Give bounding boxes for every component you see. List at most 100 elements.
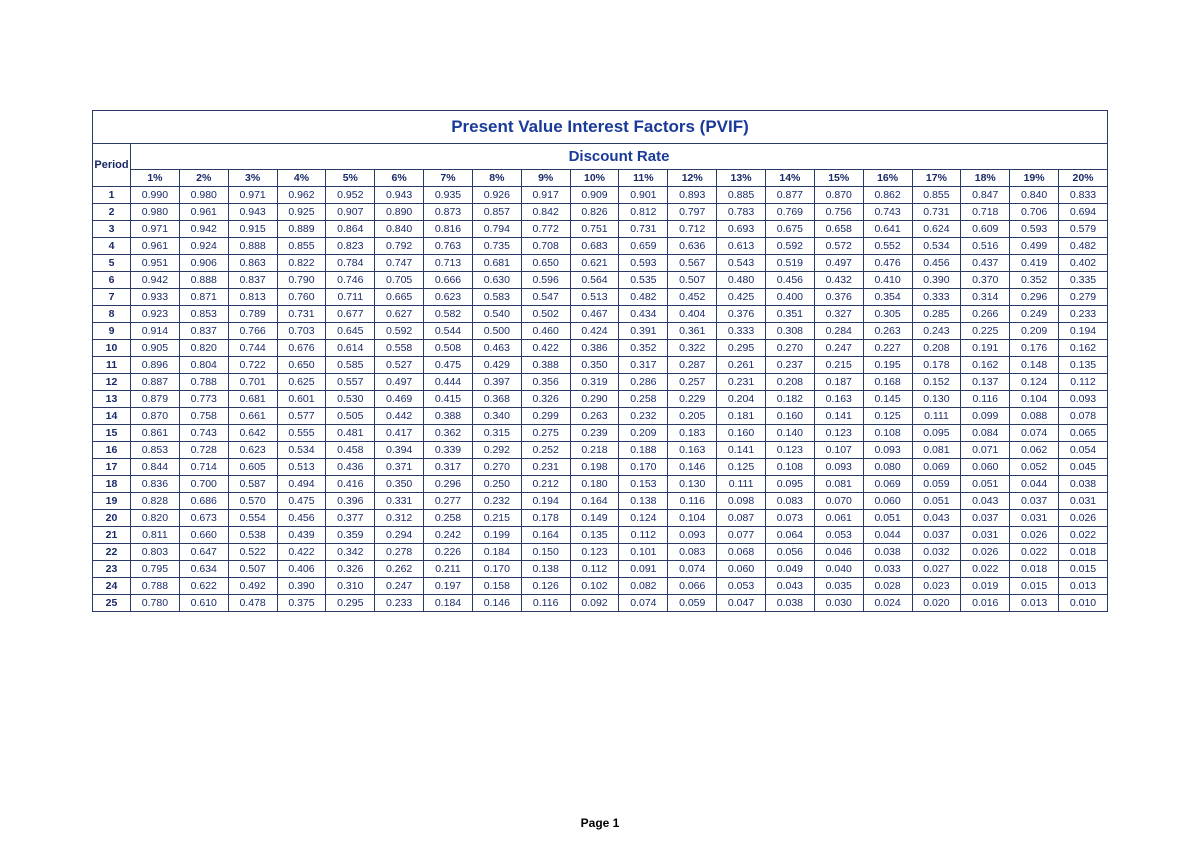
value-cell: 0.232: [472, 493, 521, 510]
value-cell: 0.942: [131, 272, 180, 289]
value-cell: 0.310: [326, 578, 375, 595]
value-cell: 0.456: [765, 272, 814, 289]
value-cell: 0.070: [814, 493, 863, 510]
value-cell: 0.747: [375, 255, 424, 272]
value-cell: 0.112: [1059, 374, 1108, 391]
value-cell: 0.601: [277, 391, 326, 408]
value-cell: 0.609: [961, 221, 1010, 238]
value-cell: 0.292: [472, 442, 521, 459]
value-cell: 0.980: [131, 204, 180, 221]
value-cell: 0.760: [277, 289, 326, 306]
value-cell: 0.507: [668, 272, 717, 289]
value-cell: 0.350: [570, 357, 619, 374]
value-cell: 0.299: [521, 408, 570, 425]
value-cell: 0.333: [717, 323, 766, 340]
value-cell: 0.033: [863, 561, 912, 578]
value-cell: 0.062: [1010, 442, 1059, 459]
value-cell: 0.857: [472, 204, 521, 221]
pvif-table: Present Value Interest Factors (PVIF) Pe…: [92, 110, 1108, 612]
value-cell: 0.585: [326, 357, 375, 374]
value-cell: 0.093: [814, 459, 863, 476]
value-cell: 0.354: [863, 289, 912, 306]
value-cell: 0.091: [619, 561, 668, 578]
table-row: 140.8700.7580.6610.5770.5050.4420.3880.3…: [93, 408, 1108, 425]
value-cell: 0.792: [375, 238, 424, 255]
value-cell: 0.735: [472, 238, 521, 255]
value-cell: 0.275: [521, 425, 570, 442]
value-cell: 0.317: [619, 357, 668, 374]
value-cell: 0.101: [619, 544, 668, 561]
value-cell: 0.700: [179, 476, 228, 493]
value-cell: 0.481: [326, 425, 375, 442]
value-cell: 0.751: [570, 221, 619, 238]
value-cell: 0.019: [961, 578, 1010, 595]
value-cell: 0.112: [570, 561, 619, 578]
value-cell: 0.636: [668, 238, 717, 255]
value-cell: 0.478: [228, 595, 277, 612]
value-cell: 0.052: [1010, 459, 1059, 476]
table-row: 180.8360.7000.5870.4940.4160.3500.2960.2…: [93, 476, 1108, 493]
value-cell: 0.820: [131, 510, 180, 527]
value-cell: 0.630: [472, 272, 521, 289]
value-cell: 0.051: [912, 493, 961, 510]
value-cell: 0.183: [668, 425, 717, 442]
value-cell: 0.675: [765, 221, 814, 238]
value-cell: 0.855: [277, 238, 326, 255]
rate-header: 8%: [472, 170, 521, 187]
table-row: 250.7800.6100.4780.3750.2950.2330.1840.1…: [93, 595, 1108, 612]
table-row: 220.8030.6470.5220.4220.3420.2780.2260.1…: [93, 544, 1108, 561]
value-cell: 0.840: [375, 221, 424, 238]
value-cell: 0.080: [863, 459, 912, 476]
value-cell: 0.194: [521, 493, 570, 510]
period-cell: 15: [93, 425, 131, 442]
value-cell: 0.023: [912, 578, 961, 595]
value-cell: 0.492: [228, 578, 277, 595]
value-cell: 0.226: [424, 544, 473, 561]
value-cell: 0.570: [228, 493, 277, 510]
value-cell: 0.406: [277, 561, 326, 578]
value-cell: 0.352: [1010, 272, 1059, 289]
value-cell: 0.826: [570, 204, 619, 221]
period-cell: 5: [93, 255, 131, 272]
value-cell: 0.350: [375, 476, 424, 493]
rate-header: 19%: [1010, 170, 1059, 187]
value-cell: 0.605: [228, 459, 277, 476]
value-cell: 0.840: [1010, 187, 1059, 204]
value-cell: 0.095: [912, 425, 961, 442]
value-cell: 0.942: [179, 221, 228, 238]
value-cell: 0.790: [277, 272, 326, 289]
value-cell: 0.243: [912, 323, 961, 340]
table-row: 170.8440.7140.6050.5130.4360.3710.3170.2…: [93, 459, 1108, 476]
rate-header: 17%: [912, 170, 961, 187]
value-cell: 0.277: [424, 493, 473, 510]
value-cell: 0.456: [912, 255, 961, 272]
period-cell: 20: [93, 510, 131, 527]
value-cell: 0.863: [228, 255, 277, 272]
value-cell: 0.544: [424, 323, 473, 340]
value-cell: 0.962: [277, 187, 326, 204]
rate-header: 11%: [619, 170, 668, 187]
value-cell: 0.225: [961, 323, 1010, 340]
value-cell: 0.339: [424, 442, 473, 459]
value-cell: 0.198: [570, 459, 619, 476]
value-cell: 0.066: [668, 578, 717, 595]
value-cell: 0.943: [375, 187, 424, 204]
period-cell: 14: [93, 408, 131, 425]
value-cell: 0.326: [326, 561, 375, 578]
value-cell: 0.482: [1059, 238, 1108, 255]
value-cell: 0.534: [912, 238, 961, 255]
value-cell: 0.146: [668, 459, 717, 476]
value-cell: 0.116: [668, 493, 717, 510]
rate-header: 12%: [668, 170, 717, 187]
value-cell: 0.233: [1059, 306, 1108, 323]
table-row: 230.7950.6340.5070.4060.3260.2620.2110.1…: [93, 561, 1108, 578]
value-cell: 0.031: [1059, 493, 1108, 510]
rate-header: 2%: [179, 170, 228, 187]
rate-header: 15%: [814, 170, 863, 187]
value-cell: 0.104: [668, 510, 717, 527]
value-cell: 0.022: [1059, 527, 1108, 544]
value-cell: 0.078: [1059, 408, 1108, 425]
value-cell: 0.497: [814, 255, 863, 272]
value-cell: 0.249: [1010, 306, 1059, 323]
value-cell: 0.924: [179, 238, 228, 255]
